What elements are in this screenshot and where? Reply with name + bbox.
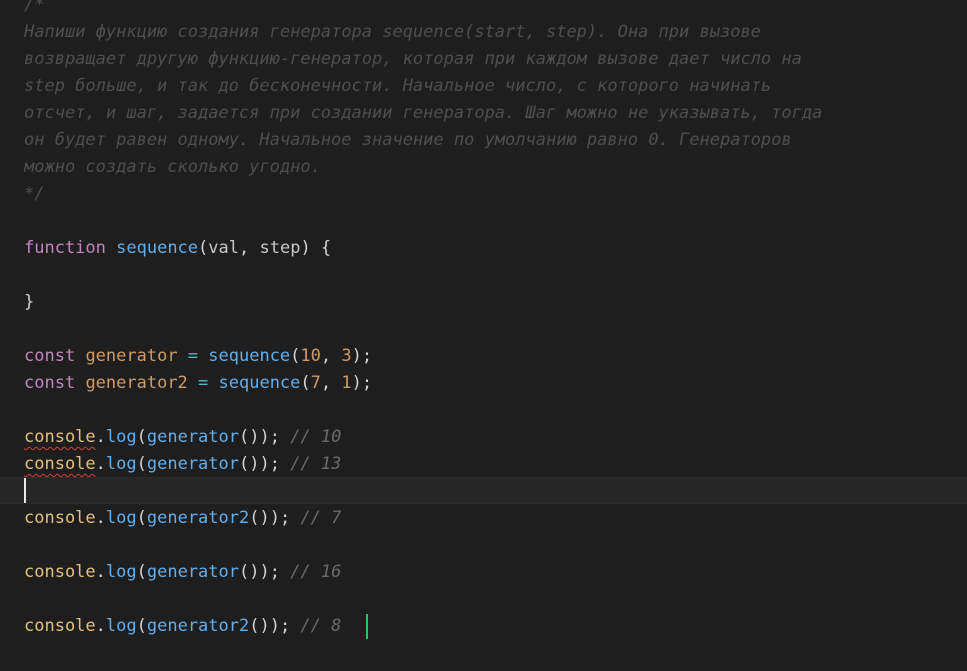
comment-open: /* xyxy=(24,0,45,15)
result-comment: // 8 xyxy=(300,616,342,636)
console-log-line: console.log(generator2()); // 7 xyxy=(24,508,342,528)
arg-start: 10 xyxy=(300,346,321,366)
arg-step: 3 xyxy=(341,346,352,366)
call-tail: ); xyxy=(351,373,373,393)
assign-operator: = xyxy=(187,373,219,393)
log-method: log xyxy=(105,454,137,474)
function-keyword: function xyxy=(24,238,106,258)
call-function-name: sequence xyxy=(208,346,291,366)
function-brace-close: } xyxy=(24,292,35,312)
console-log-line: console.log(generator()); // 10 xyxy=(24,427,342,447)
function-declaration-line: function sequence(val, step) { xyxy=(24,235,331,262)
assign-operator: = xyxy=(177,346,209,366)
code-editor[interactable]: /* Напиши функцию создания генератора se… xyxy=(0,0,967,671)
console-object: console xyxy=(24,562,96,582)
param-separator: , xyxy=(239,238,260,258)
call-function-name: sequence xyxy=(218,373,301,393)
console-log-line: console.log(generator()); // 13 xyxy=(24,454,342,474)
paren-open: ( xyxy=(198,238,209,258)
comment-line-5: он будет равен одному. Начальное значени… xyxy=(24,130,792,150)
generator-call: generator2 xyxy=(146,616,250,636)
log-method: log xyxy=(105,508,137,528)
generator-call: generator xyxy=(146,562,239,582)
comment-line-3: step больше, и так до бесконечности. Нач… xyxy=(24,76,772,96)
result-comment: // 16 xyxy=(290,562,342,582)
function-name: sequence xyxy=(116,238,199,258)
const-name: generator2 xyxy=(85,373,188,393)
const-keyword: const xyxy=(24,373,76,393)
paren-close: ) xyxy=(300,238,311,258)
console-object: console xyxy=(24,454,96,474)
generator-call: generator xyxy=(146,454,239,474)
text-cursor xyxy=(24,478,26,503)
arg-step: 1 xyxy=(341,373,352,393)
comment-line-4: отсчет, и шаг, задается при создании ген… xyxy=(24,103,823,123)
const-generator2-line: const generator2 = sequence(7, 1); xyxy=(24,373,373,393)
comment-line-2: возвращает другую функцию-генератор, кот… xyxy=(24,49,802,69)
arg-start: 7 xyxy=(310,373,321,393)
generator-call: generator2 xyxy=(146,508,250,528)
console-log-line: console.log(generator()); // 16 xyxy=(24,562,342,582)
log-method: log xyxy=(105,562,137,582)
comment-close: */ xyxy=(24,184,45,204)
generator-call: generator xyxy=(146,427,239,447)
console-object: console xyxy=(24,508,96,528)
comment-line-1: Напиши функцию создания генератора seque… xyxy=(24,22,761,42)
comment-line-6: можно создать сколько угодно. xyxy=(24,157,321,177)
param-val: val xyxy=(208,238,239,258)
brace-open: { xyxy=(310,238,332,258)
result-comment: // 7 xyxy=(300,508,342,528)
const-generator-line: const generator = sequence(10, 3); xyxy=(24,346,373,366)
call-tail: ); xyxy=(351,346,373,366)
log-method: log xyxy=(105,427,137,447)
log-method: log xyxy=(105,616,137,636)
result-comment: // 10 xyxy=(290,427,342,447)
console-object: console xyxy=(24,427,96,447)
secondary-cursor xyxy=(366,614,368,639)
const-name: generator xyxy=(85,346,178,366)
console-log-line: console.log(generator2()); // 8 xyxy=(24,616,342,636)
result-comment: // 13 xyxy=(290,454,342,474)
param-step: step xyxy=(259,238,301,258)
const-keyword: const xyxy=(24,346,76,366)
current-line-highlight xyxy=(0,477,967,504)
console-object: console xyxy=(24,616,96,636)
